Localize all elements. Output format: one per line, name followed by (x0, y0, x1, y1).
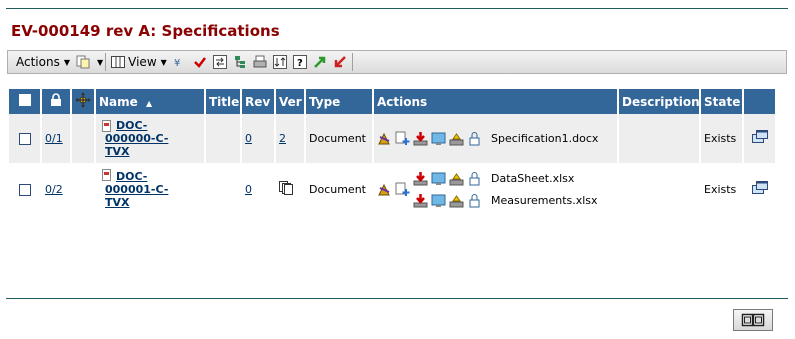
state-cell: Exists (700, 163, 744, 216)
checkout-icon[interactable] (449, 193, 464, 208)
add-file-icon[interactable] (395, 131, 410, 146)
page-title: EV-000149 rev A: Specifications (11, 22, 280, 40)
demote-icon[interactable] (333, 55, 347, 69)
file-list: DataSheet.xlsx Measurements.xlsx (413, 170, 598, 210)
column-header-rev[interactable]: Rev (241, 89, 276, 114)
tile-windows-icon (741, 313, 765, 327)
structure-icon[interactable] (75, 92, 91, 108)
view-menu[interactable]: View ▼ (108, 52, 170, 72)
toolbar-separator (351, 53, 353, 71)
sort-ascending-icon: ▲ (145, 98, 153, 108)
column-header-description[interactable]: Description (618, 89, 701, 114)
chevron-down-icon[interactable]: ▼ (97, 58, 103, 67)
structure-header (71, 89, 96, 114)
type-cell: Document (305, 163, 374, 216)
document-name-link[interactable]: DOC- 000000-C- TVX (99, 119, 201, 158)
check-icon[interactable] (193, 55, 207, 69)
column-header-ver[interactable]: Ver (275, 89, 306, 114)
svg-text:¥: ¥ (174, 58, 180, 69)
row-checkbox[interactable] (18, 184, 31, 196)
view-menu-label: View (128, 55, 157, 69)
lock-icon[interactable] (467, 131, 482, 146)
view-icon[interactable] (431, 171, 446, 186)
description-cell (618, 163, 701, 216)
lifecycle-icon[interactable] (377, 182, 392, 197)
column-header-state[interactable]: State (700, 89, 744, 114)
column-header-extra (743, 89, 777, 114)
file-name: Measurements.xlsx (491, 194, 598, 207)
state-cell: Exists (700, 114, 744, 163)
row-checkbox[interactable] (18, 133, 31, 145)
type-cell: Document (305, 114, 374, 163)
toolbar: Actions ▼ ▼ View ▼ ¥ ? (7, 50, 787, 74)
column-header-name[interactable]: Name ▲ (95, 89, 206, 114)
lifecycle-icon[interactable] (377, 131, 392, 146)
view-icon[interactable] (431, 131, 446, 146)
ver-link[interactable]: 2 (279, 132, 286, 145)
rev-link[interactable]: 0 (245, 132, 252, 145)
checkout-icon[interactable] (449, 171, 464, 186)
rev-link[interactable]: 0 (245, 183, 252, 196)
columns-icon (111, 55, 126, 69)
open-window-icon[interactable] (751, 181, 768, 198)
actions-menu[interactable]: Actions ▼ (8, 52, 73, 72)
tile-windows-button[interactable] (733, 309, 773, 331)
file-entry: DataSheet.xlsx (413, 170, 598, 188)
open-window-icon[interactable] (751, 130, 768, 147)
svg-text:?: ? (297, 58, 303, 69)
chevron-down-icon: ▼ (160, 57, 167, 67)
file-actions: DataSheet.xlsx Measurements.xlsx (377, 170, 614, 210)
document-file-icon (102, 169, 112, 184)
help-icon[interactable]: ? (292, 55, 307, 69)
actions-menu-label: Actions (16, 55, 60, 69)
file-actions: Specification1.docx (377, 130, 614, 148)
chevron-down-icon: ▼ (63, 57, 70, 67)
lock-icon (51, 93, 61, 106)
table-row: 0/2 DOC- 000001-C- TVX 0 Document DataSh… (9, 163, 777, 216)
title-cell (205, 163, 242, 216)
lock-header (41, 89, 72, 114)
print-icon[interactable] (253, 55, 267, 69)
add-file-icon[interactable] (395, 182, 410, 197)
description-cell (618, 114, 701, 163)
lock-icon[interactable] (467, 193, 482, 208)
table-header-row: Name ▲ Title Rev Ver Type Actions Descri… (9, 89, 777, 114)
select-all-checkbox[interactable] (18, 94, 31, 106)
document-file-icon (102, 120, 112, 135)
file-name: DataSheet.xlsx (491, 172, 575, 185)
lock-icon[interactable] (467, 171, 482, 186)
download-icon[interactable] (413, 193, 428, 208)
table-row: 0/1 DOC- 000000-C- TVX 0 2 Document Spec… (9, 114, 777, 163)
level-link[interactable]: 0/1 (45, 132, 63, 145)
versions-icon[interactable] (279, 181, 293, 198)
document-name-link[interactable]: DOC- 000001-C- TVX (99, 170, 201, 209)
promote-icon[interactable] (313, 55, 327, 69)
column-header-title[interactable]: Title (205, 89, 242, 114)
download-icon[interactable] (413, 171, 428, 186)
filter-icon[interactable]: ¥ (173, 55, 187, 69)
file-name: Specification1.docx (491, 132, 599, 145)
tree-icon[interactable] (233, 55, 247, 69)
view-icon[interactable] (431, 193, 446, 208)
column-header-actions: Actions (373, 89, 619, 114)
copy-icon[interactable] (76, 55, 90, 69)
level-link[interactable]: 0/2 (45, 183, 63, 196)
download-icon[interactable] (413, 131, 428, 146)
document-table: Name ▲ Title Rev Ver Type Actions Descri… (9, 89, 777, 216)
checkout-icon[interactable] (449, 131, 464, 146)
compare-icon[interactable] (212, 55, 227, 69)
column-header-type[interactable]: Type (305, 89, 374, 114)
sort-icon[interactable] (272, 55, 287, 69)
toolbar-separator (105, 53, 107, 71)
title-cell (205, 114, 242, 163)
file-entry: Measurements.xlsx (413, 192, 598, 210)
select-all-header (9, 89, 42, 114)
top-divider (6, 8, 788, 9)
bottom-divider (6, 298, 788, 299)
